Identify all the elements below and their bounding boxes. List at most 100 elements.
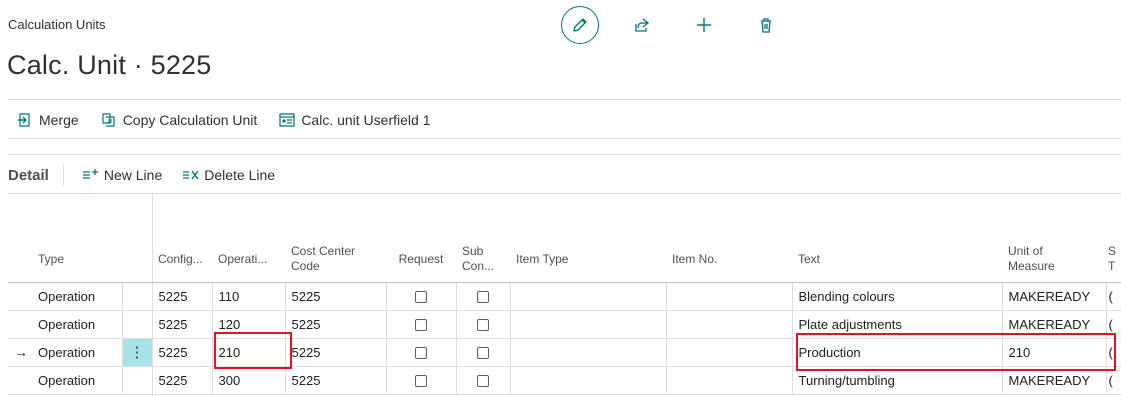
breadcrumb[interactable]: Calculation Units <box>8 17 106 32</box>
sub-con-checkbox[interactable] <box>477 291 489 304</box>
column-header-unit-of-measure[interactable]: Unit of Measure <box>1002 238 1106 283</box>
text-cell[interactable]: Blending colours <box>791 282 1002 311</box>
sub-con-cell <box>455 310 510 339</box>
action-bar: Merge Copy Calculation Unit Calc. unit U… <box>8 106 451 134</box>
table-row[interactable]: Operation 5225 110 5225 Blending colours… <box>8 282 1121 311</box>
grid-header-row: Type Config... Operati... Cost Center Cod… <box>8 238 1121 283</box>
text-cell[interactable]: Production <box>791 338 1002 367</box>
operation-cell[interactable]: 120 <box>211 310 285 339</box>
config-cell[interactable]: 5225 <box>151 310 212 339</box>
new-line-label: New Line <box>103 167 163 183</box>
new-button[interactable] <box>692 13 716 37</box>
lines-grid: Type Config... Operati... Cost Center Cod… <box>8 238 1121 395</box>
new-line-icon <box>82 167 100 183</box>
unit-of-measure-cell[interactable]: 210 <box>1001 338 1106 367</box>
userfield-icon <box>278 111 296 129</box>
type-cell[interactable]: Operation <box>32 310 122 339</box>
merge-label: Merge <box>39 112 79 128</box>
share-icon <box>635 18 650 32</box>
request-checkbox[interactable] <box>415 375 427 388</box>
column-header-extra[interactable]: ST <box>1106 238 1121 283</box>
delete-line-icon <box>182 167 200 183</box>
request-cell <box>385 310 456 339</box>
sub-con-checkbox[interactable] <box>477 347 489 360</box>
row-arrow-cell: → <box>8 338 32 367</box>
more-options-icon[interactable]: ⋮ <box>130 344 145 361</box>
config-cell[interactable]: 5225 <box>151 282 212 311</box>
item-no-cell[interactable] <box>665 310 792 339</box>
request-cell <box>385 338 456 367</box>
edit-button[interactable] <box>561 6 599 44</box>
row-menu-cell[interactable]: ⋮ <box>121 338 152 367</box>
unit-of-measure-cell[interactable]: MAKEREADY <box>1001 366 1106 395</box>
cost-center-cell[interactable]: 5225 <box>284 310 386 339</box>
row-menu-cell[interactable] <box>121 366 152 395</box>
extra-cell[interactable]: ( <box>1105 366 1121 395</box>
extra-cell[interactable]: ( <box>1105 282 1121 311</box>
operation-cell[interactable]: 210 <box>211 338 285 367</box>
delete-button[interactable] <box>754 13 778 37</box>
unit-of-measure-cell[interactable]: MAKEREADY <box>1001 282 1106 311</box>
column-header-item-no[interactable]: Item No. <box>666 238 792 283</box>
divider <box>8 99 1121 100</box>
column-header-type[interactable]: Type <box>32 238 122 283</box>
column-header-item-type[interactable]: Item Type <box>510 238 666 283</box>
sub-con-cell <box>455 366 510 395</box>
item-no-cell[interactable] <box>665 282 792 311</box>
column-header-request[interactable]: Request <box>386 238 456 283</box>
sub-con-checkbox[interactable] <box>477 319 489 332</box>
sub-con-checkbox[interactable] <box>477 375 489 388</box>
share-button[interactable] <box>630 13 654 37</box>
row-arrow-cell <box>8 310 32 339</box>
pencil-icon <box>573 18 587 32</box>
merge-button[interactable]: Merge <box>8 111 79 129</box>
item-no-cell[interactable] <box>665 366 792 395</box>
row-arrow-cell <box>8 282 32 311</box>
calc-unit-userfield-label: Calc. unit Userfield 1 <box>301 112 431 128</box>
extra-cell[interactable]: ( <box>1105 338 1121 367</box>
column-header-sub-con[interactable]: Sub Con... <box>456 238 510 283</box>
cost-center-cell[interactable]: 5225 <box>284 366 386 395</box>
row-menu-cell[interactable] <box>121 310 152 339</box>
operation-cell[interactable]: 300 <box>211 366 285 395</box>
table-row-selected[interactable]: → Operation ⋮ 5225 210 5225 Production 2… <box>8 338 1121 367</box>
request-checkbox[interactable] <box>415 291 427 304</box>
column-header-operation[interactable]: Operati... <box>212 238 285 283</box>
item-type-cell[interactable] <box>509 366 666 395</box>
table-row[interactable]: Operation 5225 300 5225 Turning/tumbling… <box>8 366 1121 395</box>
column-header-text[interactable]: Text <box>792 238 1002 283</box>
item-type-cell[interactable] <box>509 338 666 367</box>
request-checkbox[interactable] <box>415 347 427 360</box>
row-arrow-cell <box>8 366 32 395</box>
config-cell[interactable]: 5225 <box>151 366 212 395</box>
plus-icon <box>697 18 711 32</box>
separator <box>62 164 64 186</box>
row-menu-cell[interactable] <box>121 282 152 311</box>
type-cell[interactable]: Operation <box>32 366 122 395</box>
text-cell[interactable]: Plate adjustments <box>791 310 1002 339</box>
column-header-blank <box>122 238 152 283</box>
config-cell[interactable]: 5225 <box>151 338 212 367</box>
table-row[interactable]: Operation 5225 120 5225 Plate adjustment… <box>8 310 1121 339</box>
operation-cell[interactable]: 110 <box>211 282 285 311</box>
delete-line-label: Delete Line <box>204 167 276 183</box>
item-type-cell[interactable] <box>509 282 666 311</box>
item-no-cell[interactable] <box>665 338 792 367</box>
type-cell[interactable]: Operation <box>32 282 122 311</box>
calc-unit-userfield-button[interactable]: Calc. unit Userfield 1 <box>278 111 430 129</box>
request-cell <box>385 282 456 311</box>
copy-calculation-unit-button[interactable]: Copy Calculation Unit <box>100 111 257 129</box>
item-type-cell[interactable] <box>509 310 666 339</box>
detail-bar: Detail New Line Delete Line <box>8 161 295 189</box>
cost-center-cell[interactable]: 5225 <box>284 282 386 311</box>
text-cell[interactable]: Turning/tumbling <box>791 366 1002 395</box>
extra-cell[interactable]: ( <box>1105 310 1121 339</box>
unit-of-measure-cell[interactable]: MAKEREADY <box>1001 310 1106 339</box>
delete-line-button[interactable]: Delete Line <box>182 167 275 183</box>
type-cell[interactable]: Operation <box>32 338 122 367</box>
new-line-button[interactable]: New Line <box>82 167 162 183</box>
request-checkbox[interactable] <box>415 319 427 332</box>
cost-center-cell[interactable]: 5225 <box>284 338 386 367</box>
column-header-config[interactable]: Config... <box>152 238 212 283</box>
column-header-cost-center-code[interactable]: Cost Center Code <box>285 238 386 283</box>
